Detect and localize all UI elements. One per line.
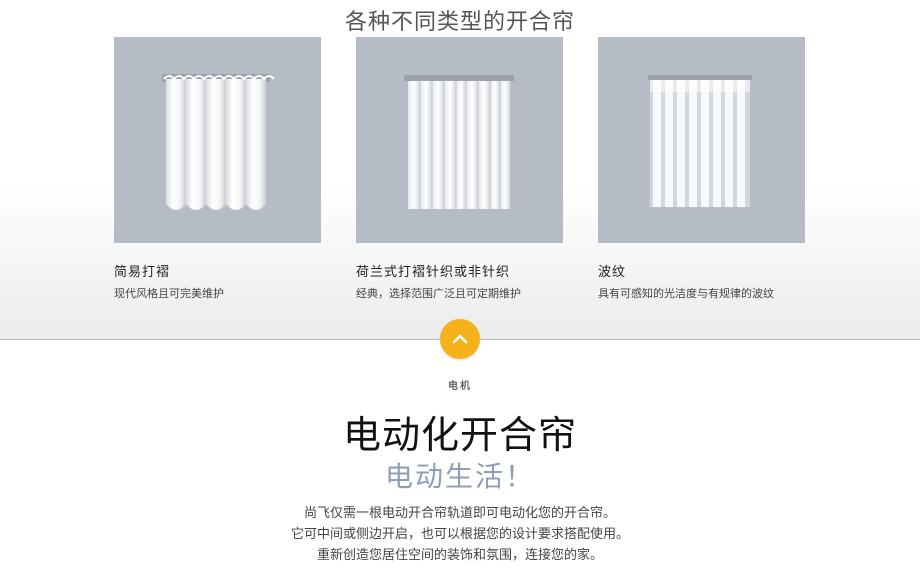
main-title: 电动化开合帘 bbox=[342, 413, 577, 457]
curtain-types-section: 各种不同类型的开合帘 简易打褶 现代风格且可完美维护 荷兰式打褶针织或非针织 经… bbox=[0, 0, 920, 340]
wave-curtain-illustration bbox=[598, 37, 805, 243]
section-title: 各种不同类型的开合帘 bbox=[344, 10, 575, 35]
description-line: 尚飞仅需一根电动开合帘轨道即可电动化您的开合帘。 bbox=[303, 506, 616, 521]
dutch-pleat-curtain-illustration bbox=[356, 37, 563, 243]
description-line: 它可中间或侧边开启，也可以根据您的设计要求搭配使用。 bbox=[290, 527, 629, 542]
curtain-type-card-simple-pleat[interactable]: 简易打褶 现代风格且可完美维护 bbox=[114, 37, 321, 300]
card-title: 荷兰式打褶针织或非针织 bbox=[356, 265, 511, 280]
chevron-up-icon bbox=[452, 334, 468, 344]
card-description: 具有可感知的光洁度与有规律的波纹 bbox=[598, 287, 774, 300]
curtain-type-card-wave[interactable]: 波纹 具有可感知的光洁度与有规律的波纹 bbox=[598, 37, 805, 300]
sub-title: 电动生活！ bbox=[384, 460, 535, 493]
card-description: 现代风格且可完美维护 bbox=[114, 287, 224, 300]
card-description: 经典，选择范围广泛且可定期维护 bbox=[356, 287, 521, 300]
card-title: 波纹 bbox=[598, 265, 627, 280]
curtain-type-card-dutch-pleat[interactable]: 荷兰式打褶针织或非针织 经典，选择范围广泛且可定期维护 bbox=[356, 37, 563, 300]
pleated-curtain-illustration bbox=[114, 37, 321, 243]
description-text: 尚飞仅需一根电动开合帘轨道即可电动化您的开合帘。 它可中间或侧边开启，也可以根据… bbox=[0, 503, 920, 566]
description-line: 重新创造您居住空间的装饰和氛围，连接您的家。 bbox=[316, 548, 603, 563]
section-eyebrow: 电机 bbox=[448, 381, 472, 392]
collapse-toggle-button[interactable] bbox=[440, 319, 480, 359]
card-title: 简易打褶 bbox=[114, 265, 171, 280]
